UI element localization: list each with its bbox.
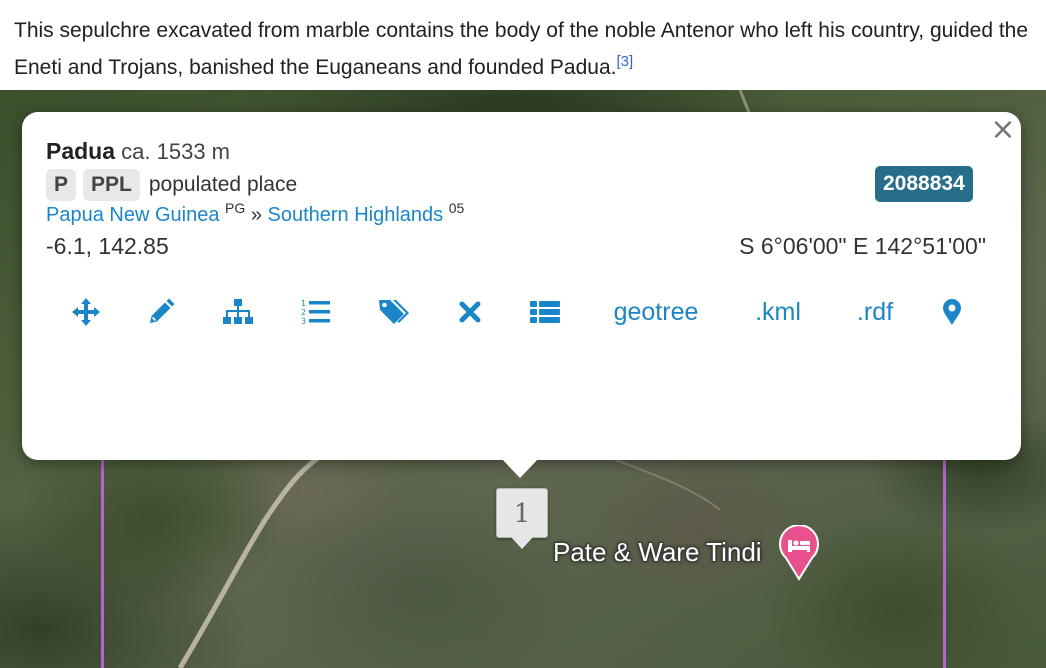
pencil-icon [150,298,175,323]
times-icon [459,301,481,323]
feature-code-name: populated place [148,173,298,196]
admin1-code: 05 [448,200,465,216]
map-marker-icon [943,299,961,325]
coords-dms: S 6°06'00" E 142°51'00" [739,233,986,259]
details-button[interactable] [529,292,561,332]
delete-button[interactable] [458,292,482,332]
place-elevation: ca. 1533 m [121,139,230,164]
locate-button[interactable] [940,292,964,332]
geonameid-badge[interactable]: 2088834 [875,166,973,202]
place-header: Padua ca. 1533 m [46,138,230,165]
hierarchy-button[interactable] [222,292,254,332]
cluster-marker[interactable]: 1 [496,488,548,549]
svg-text:1: 1 [301,299,306,308]
place-name: Padua [46,138,116,164]
feature-class-badge: P [46,169,77,201]
edit-button[interactable] [146,292,176,332]
tags-button[interactable] [378,292,410,332]
reference-link[interactable]: [3] [616,53,633,70]
popup-tip [501,458,539,478]
rdf-link[interactable]: .rdf [850,292,900,332]
feature-badges: P PPL populated place [46,168,297,202]
ordered-list-button[interactable]: 1 2 3 [300,292,332,332]
sitemap-icon [223,299,253,324]
admin-breadcrumb: Papua New Guinea PG » Southern Highlands… [46,201,464,227]
quote-text: This sepulchre excavated from marble con… [14,19,1029,79]
poi-label[interactable]: Pate & Ware Tindi [553,537,762,568]
cluster-count: 1 [513,499,531,529]
hotel-bed-icon[interactable] [779,525,819,581]
country-code: PG [225,200,246,216]
tags-icon [379,300,409,324]
feature-code-badge: PPL [83,169,140,201]
list-icon [530,301,560,323]
admin1-link[interactable]: Southern Highlands [268,204,444,226]
svg-text:3: 3 [301,317,306,326]
move-button[interactable] [70,292,102,332]
kml-link[interactable]: .kml [748,292,808,332]
coords-decimal: -6.1, 142.85 [46,233,169,259]
breadcrumb-separator: » [250,204,262,226]
ordered-list-icon: 1 2 3 [301,299,330,326]
svg-text:2: 2 [301,308,306,317]
country-link[interactable]: Papua New Guinea [46,204,219,226]
article-quote: This sepulchre excavated from marble con… [14,12,1039,86]
close-icon[interactable]: × [990,115,1016,145]
geotree-link[interactable]: geotree [606,292,706,332]
arrows-move-icon [72,298,100,326]
